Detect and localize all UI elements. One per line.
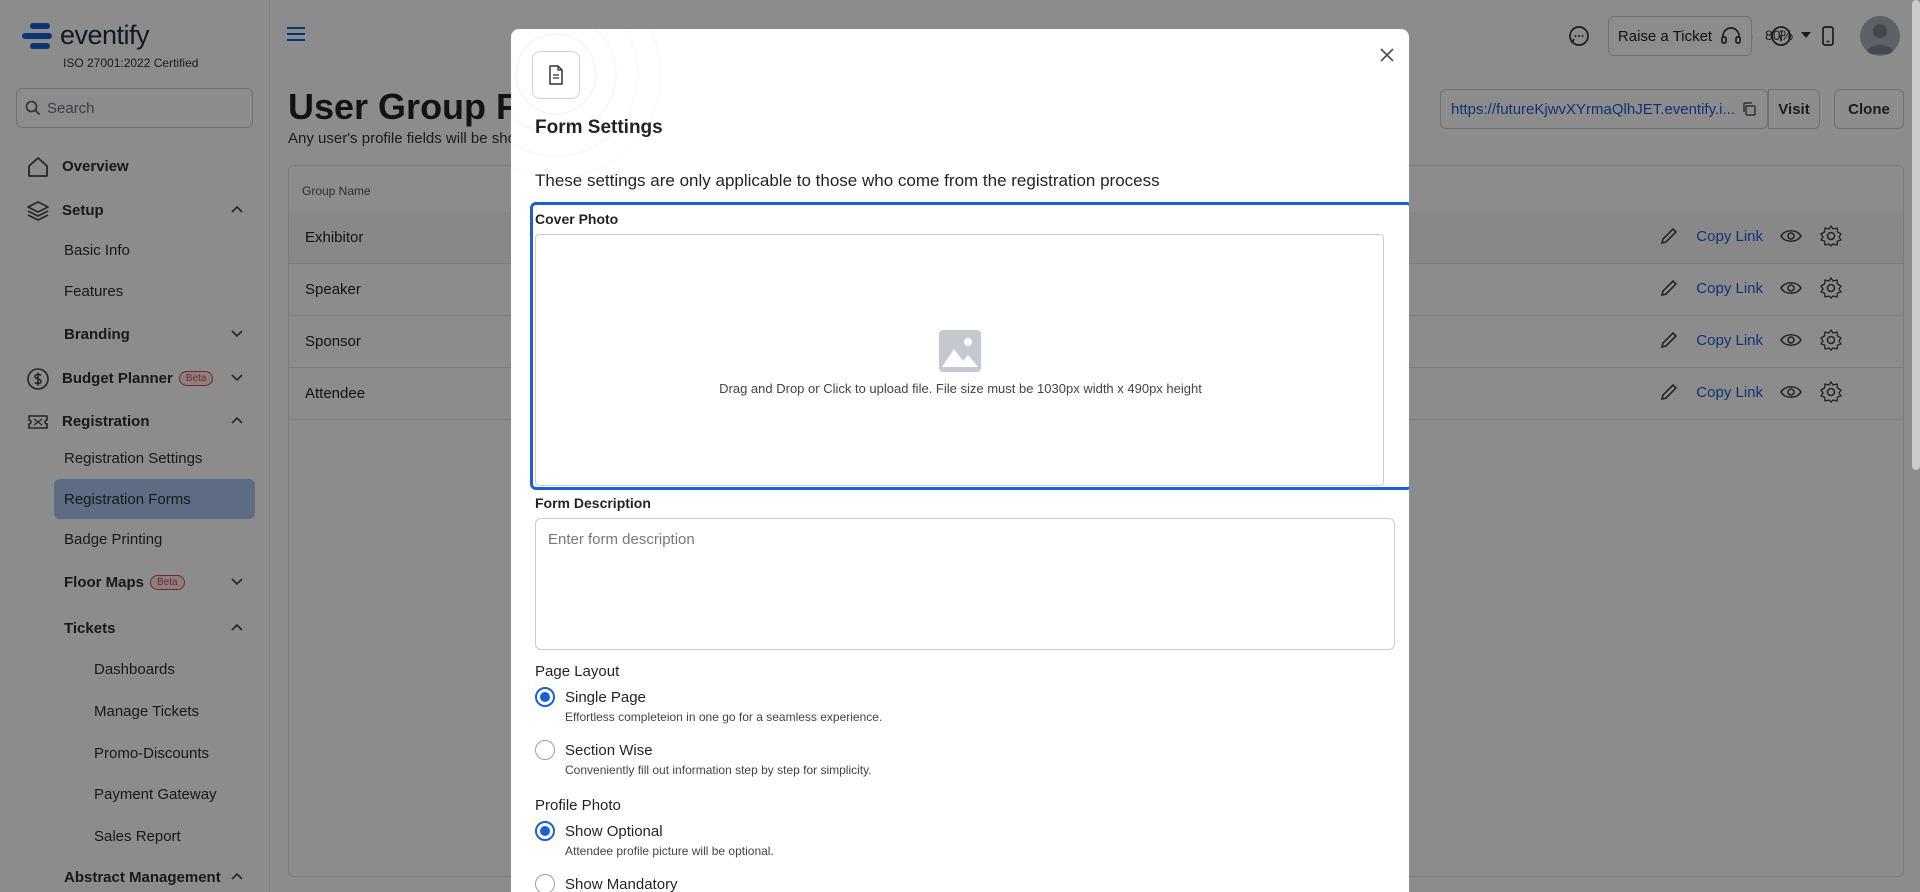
show-mandatory-radio[interactable] (535, 874, 555, 892)
form-description-label: Form Description (535, 495, 651, 511)
modal-note: These settings are only applicable to th… (535, 171, 1160, 190)
form-settings-modal: Form Settings These settings are only ap… (511, 29, 1409, 892)
show-optional-option-desc: Attendee profile picture will be optiona… (565, 844, 774, 858)
show-mandatory-option-title: Show Mandatory (565, 876, 678, 892)
close-icon[interactable] (1376, 44, 1398, 66)
section-wise-option-title: Section Wise (565, 742, 653, 759)
cover-photo-dropzone[interactable]: Drag and Drop or Click to upload file. F… (535, 234, 1384, 486)
profile-photo-label: Profile Photo (535, 797, 621, 814)
modal-title: Form Settings (535, 117, 663, 138)
single-page-radio[interactable] (535, 687, 555, 707)
document-icon (532, 51, 580, 99)
cover-photo-label: Cover Photo (535, 211, 619, 227)
section-wise-radio[interactable] (535, 740, 555, 760)
show-optional-radio[interactable] (535, 821, 555, 841)
section-wise-option-desc: Conveniently fill out information step b… (565, 763, 872, 777)
page-scrollbar[interactable] (1912, 0, 1920, 470)
show-optional-option-title: Show Optional (565, 823, 663, 840)
page-layout-label: Page Layout (535, 663, 620, 680)
form-description-input[interactable] (535, 518, 1395, 650)
dropzone-hint: Drag and Drop or Click to upload file. F… (719, 381, 1202, 396)
single-page-option-desc: Effortless completeion in one go for a s… (565, 710, 883, 724)
image-placeholder-icon (939, 330, 981, 372)
single-page-option-title: Single Page (565, 689, 646, 706)
